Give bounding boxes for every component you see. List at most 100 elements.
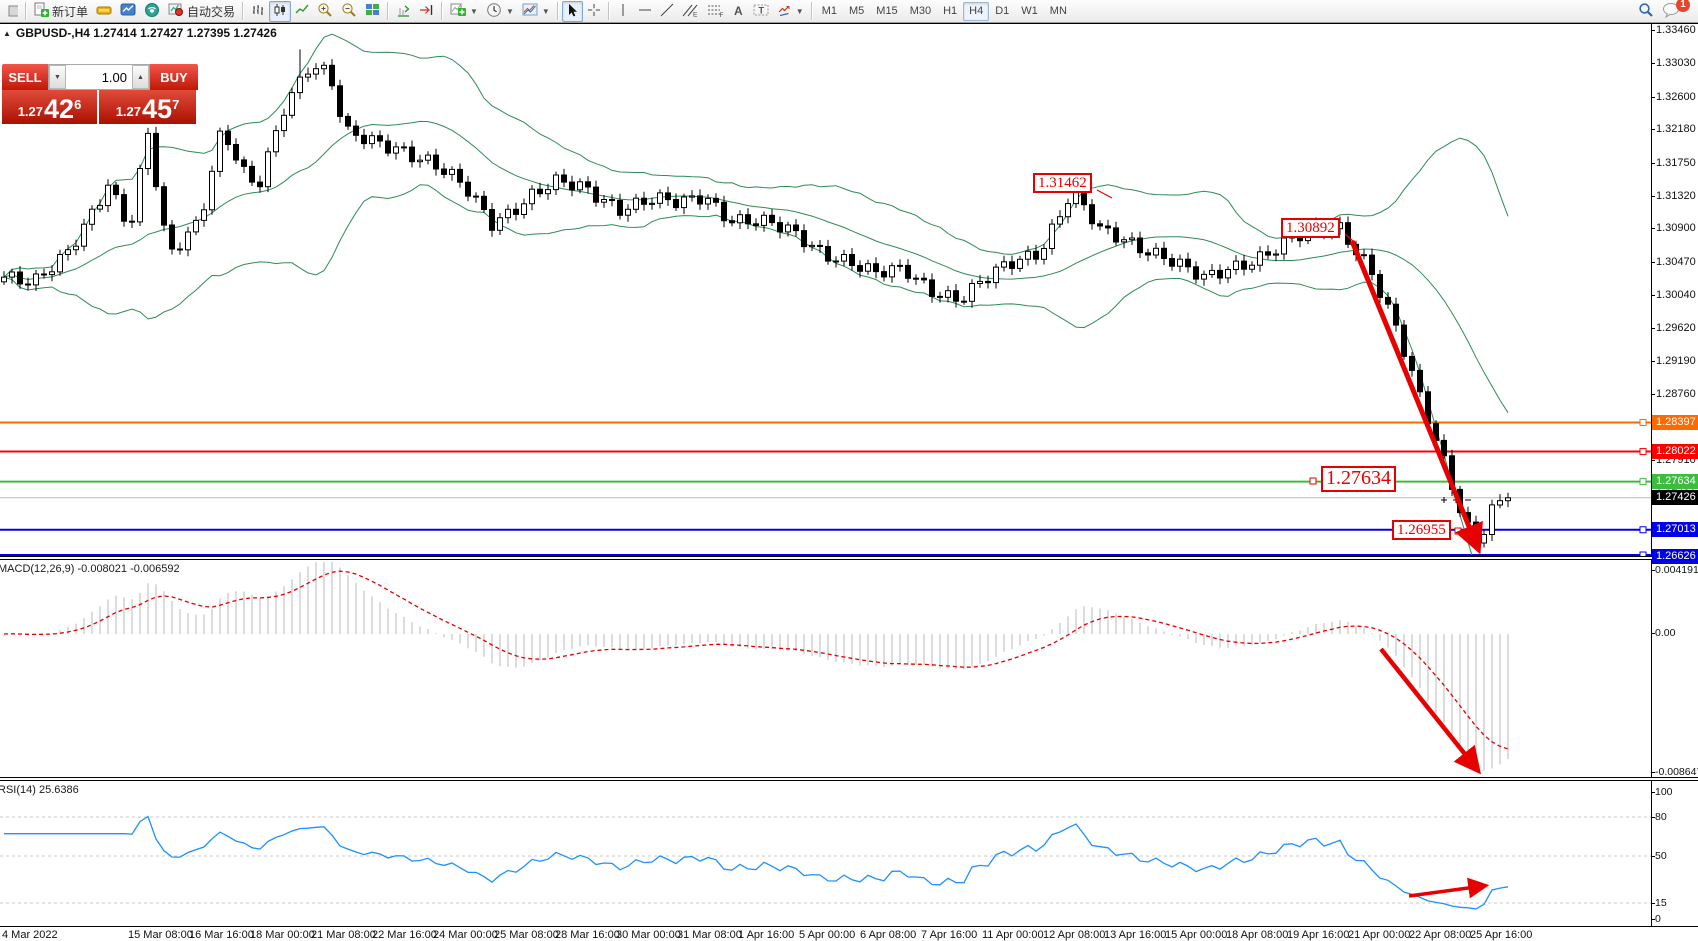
annotation-handle[interactable]	[1455, 528, 1461, 534]
timeframe-h1-button[interactable]: H1	[937, 2, 963, 21]
buy-price-display[interactable]: 1.27 45 7	[99, 90, 196, 124]
data-window-button[interactable]	[116, 1, 140, 22]
autotrading-button[interactable]: 自动交易	[164, 1, 239, 22]
trend-arrow[interactable]	[1409, 886, 1483, 896]
timeframe-group: M1M5M15M30H1H4D1W1MN	[816, 2, 1073, 21]
price-chart-canvas[interactable]	[0, 0, 1698, 941]
chevron-down-icon: ▼	[506, 7, 514, 16]
volume-input[interactable]: 1.00	[66, 65, 132, 89]
indicators-button[interactable]: ▼	[446, 1, 482, 22]
new-order-button[interactable]: 新订单	[30, 1, 92, 22]
rsi-value: 25.6386	[39, 784, 79, 796]
trendline-tool-button[interactable]	[656, 1, 678, 22]
timeframe-d1-button[interactable]: D1	[989, 2, 1015, 21]
one-click-toggle-icon[interactable]: ▲	[3, 29, 11, 38]
price-annotation[interactable]: 1.27634	[1321, 466, 1396, 492]
horizontal-line-tool-button[interactable]	[634, 1, 656, 22]
timeframe-m30-button[interactable]: M30	[904, 2, 937, 21]
current-price-badge: 1.27426	[1652, 490, 1698, 505]
trendline-icon	[660, 3, 674, 20]
buy-price-point: 7	[172, 97, 179, 112]
level-handle[interactable]	[1640, 449, 1646, 455]
fibonacci-tool-button[interactable]: F	[703, 1, 728, 22]
price-level-badge: 1.27634	[1652, 474, 1698, 489]
timeframe-m5-button[interactable]: M5	[843, 2, 870, 21]
symbol-ohlc-text: GBPUSD-,H4 1.27414 1.27427 1.27395 1.274…	[16, 26, 277, 40]
zoom-in-button[interactable]	[313, 1, 337, 22]
line-chart-button[interactable]	[291, 1, 313, 22]
price-annotation[interactable]: 1.26955	[1392, 520, 1451, 540]
buy-button[interactable]: BUY	[150, 64, 198, 90]
auto-scroll-button[interactable]	[415, 1, 438, 22]
text-tool-button[interactable]: A	[728, 1, 749, 22]
sell-price-point: 6	[74, 97, 81, 112]
toolbar-separator	[242, 2, 244, 20]
time-axis-label: 18 Apr 08:00	[1226, 929, 1288, 941]
timeframe-m15-button[interactable]: M15	[870, 2, 903, 21]
annotation-handle[interactable]	[1310, 478, 1316, 484]
timeframe-h4-button[interactable]: H4	[963, 2, 989, 21]
price-axis-tick: 1.29620	[1656, 322, 1696, 334]
price-axis-tick: 1.32180	[1656, 123, 1696, 135]
tick-mark	[1651, 30, 1655, 31]
sell-price-display[interactable]: 1.27 42 6	[2, 90, 99, 124]
price-axis-tick: 1.29190	[1656, 355, 1696, 367]
chevron-down-icon: ▼	[542, 7, 550, 16]
level-handle[interactable]	[1640, 479, 1646, 485]
signals-button[interactable]	[140, 1, 164, 22]
level-handle[interactable]	[1640, 527, 1646, 533]
vertical-line-tool-button[interactable]	[613, 1, 634, 22]
time-axis-label: 11 Apr 00:00	[982, 929, 1044, 941]
crosshair-tool-button[interactable]	[583, 1, 605, 22]
channel-tool-button[interactable]: E	[678, 1, 703, 22]
time-axis-label: 15 Apr 00:00	[1165, 929, 1227, 941]
chart-area[interactable]: ▲ GBPUSD-,H4 1.27414 1.27427 1.27395 1.2…	[0, 0, 1698, 941]
level-handle[interactable]	[1640, 419, 1646, 425]
tile-windows-button[interactable]	[361, 1, 384, 22]
tick-mark	[1651, 919, 1655, 920]
bar-chart-icon	[251, 3, 265, 20]
zoom-out-button[interactable]	[337, 1, 361, 22]
market-watch-button[interactable]	[92, 1, 116, 22]
auto-scroll-icon	[419, 3, 434, 20]
time-axis-label: 30 Mar 00:00	[616, 929, 681, 941]
sell-price-pips: 42	[44, 97, 74, 122]
new-order-icon	[34, 2, 49, 20]
sell-button[interactable]: SELL	[2, 64, 48, 90]
time-axis-label: 15 Mar 08:00	[128, 929, 193, 941]
time-axis-label: 18 Mar 00:00	[250, 929, 315, 941]
candlestick-chart-button[interactable]	[269, 1, 291, 22]
price-annotation[interactable]: 1.30892	[1281, 218, 1340, 238]
time-axis-label: 24 Mar 00:00	[433, 929, 498, 941]
periods-button[interactable]: ▼	[482, 1, 518, 22]
chart-shift-button[interactable]	[392, 1, 415, 22]
templates-button[interactable]: ▼	[518, 1, 554, 22]
community-chat-button[interactable]: 1	[1658, 1, 1684, 22]
arrows-tool-button[interactable]: ▼	[773, 1, 808, 22]
trend-arrow[interactable]	[1352, 241, 1477, 546]
data-window-icon	[120, 2, 136, 20]
tick-mark	[1651, 63, 1655, 64]
time-axis-label: 4 Mar 2022	[2, 929, 58, 941]
toolbar-separator	[608, 2, 610, 20]
timeframe-mn-button[interactable]: MN	[1044, 2, 1073, 21]
annotation-connector	[1097, 190, 1112, 198]
partial-toolbar-icon[interactable]	[1, 1, 22, 22]
time-axis-label: 7 Apr 16:00	[921, 929, 977, 941]
price-axis-tick: 1.28760	[1656, 388, 1696, 400]
volume-decrease-button[interactable]: ▼	[49, 65, 66, 89]
price-annotation[interactable]: 1.31462	[1033, 173, 1092, 193]
search-button[interactable]	[1634, 1, 1658, 22]
text-label-tool-button[interactable]: T	[749, 1, 773, 22]
timeframe-w1-button[interactable]: W1	[1015, 2, 1044, 21]
timeframe-m1-button[interactable]: M1	[816, 2, 843, 21]
tick-mark	[1651, 394, 1655, 395]
cursor-tool-button[interactable]	[562, 1, 583, 22]
new-order-label: 新订单	[52, 3, 88, 20]
bar-chart-button[interactable]	[247, 1, 269, 22]
time-axis-label: 6 Apr 08:00	[860, 929, 916, 941]
rsi-pane	[0, 817, 1651, 909]
volume-increase-button[interactable]: ▲	[132, 65, 149, 89]
rsi-pane-splitter[interactable]	[0, 777, 1698, 781]
macd-pane-splitter[interactable]	[0, 556, 1698, 560]
